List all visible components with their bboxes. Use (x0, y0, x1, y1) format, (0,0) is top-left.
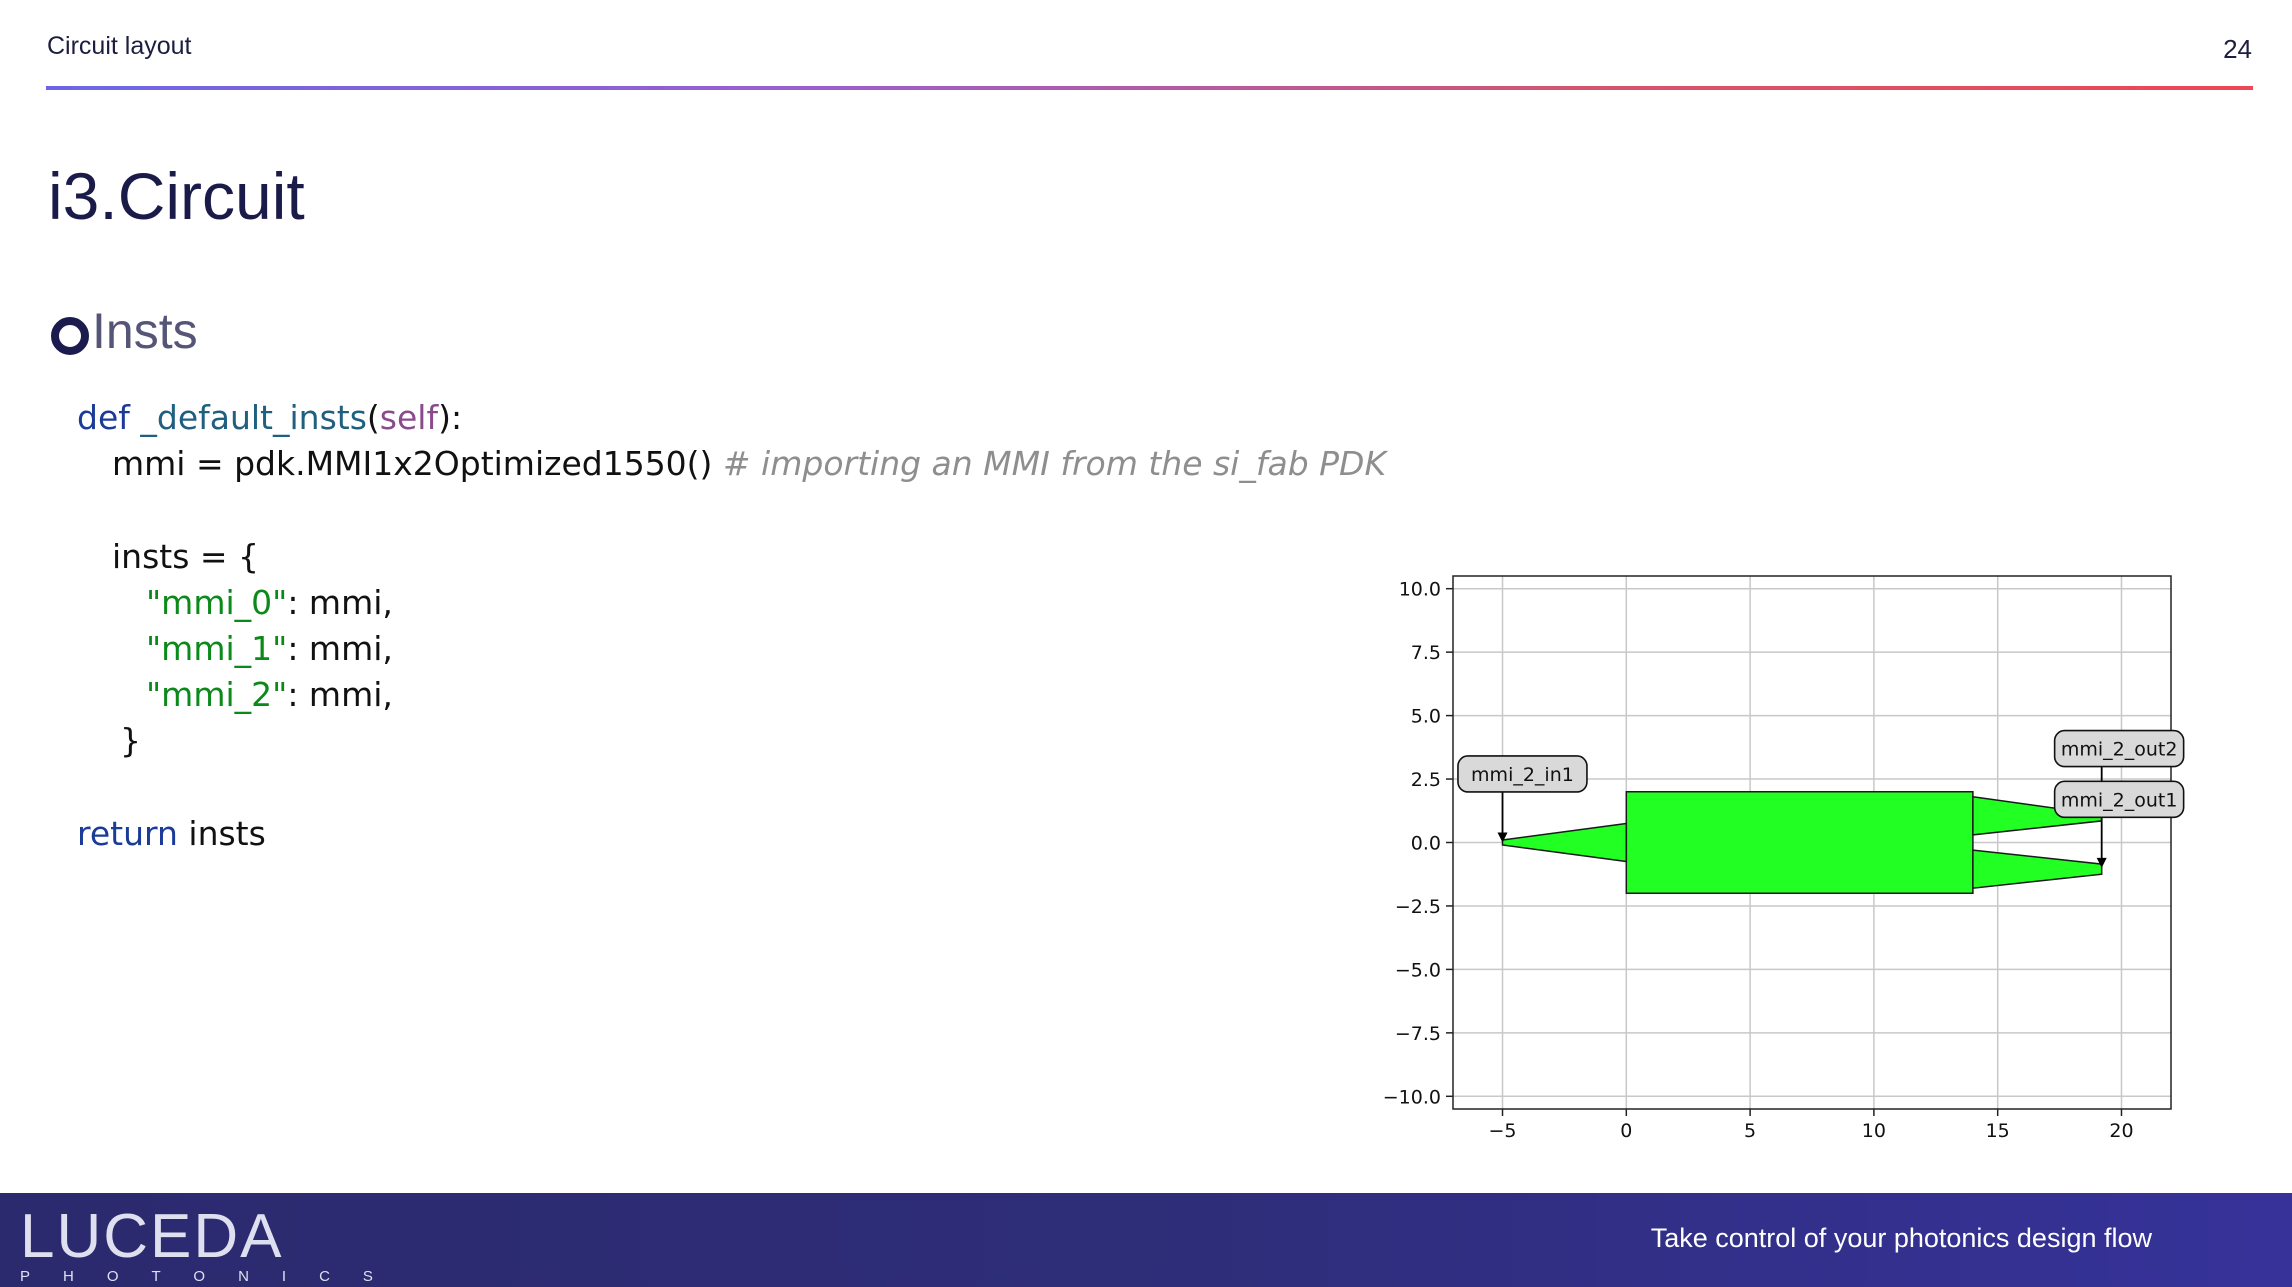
slide-title: i3.Circuit (48, 159, 305, 233)
mmi-body (1625, 790, 1974, 895)
x-tick-label: 0 (1620, 1120, 1632, 1142)
y-tick-label: 10.0 (1399, 579, 1441, 601)
code-comment: # importing an MMI from the si_fab PDK (722, 444, 1387, 483)
x-tick-label: −5 (1489, 1120, 1517, 1142)
footer-bar: LUCEDA PHOTONICS Take control of your ph… (0, 1193, 2292, 1287)
y-tick-label: −5.0 (1395, 959, 1441, 981)
code-line: "mmi_2": mmi, (146, 675, 393, 714)
section-heading: Insts (92, 303, 198, 359)
port-label: mmi_2_in1 (1471, 764, 1574, 786)
logo-text: LUCEDA (20, 1202, 284, 1271)
code-text: : mmi, (287, 629, 393, 668)
code-string: "mmi_2" (146, 675, 288, 714)
output-taper-bottom (1972, 849, 2103, 890)
code-text: mmi = pdk.MMI1x2Optimized1550() (112, 444, 723, 483)
y-tick-label: 0.0 (1411, 833, 1441, 855)
code-punct: ): (438, 398, 463, 437)
code-line: return insts (77, 814, 266, 853)
code-text: insts (177, 814, 266, 853)
x-tick-label: 20 (2109, 1120, 2133, 1142)
code-line: insts = { (112, 537, 260, 576)
x-tick-label: 15 (1986, 1120, 2010, 1142)
bullet-circle-icon (51, 317, 89, 355)
code-text: : mmi, (287, 675, 393, 714)
y-tick-label: −7.5 (1395, 1023, 1441, 1045)
port-label: mmi_2_out2 (2061, 739, 2178, 761)
y-tick-label: 5.0 (1411, 706, 1441, 728)
y-tick-label: 7.5 (1411, 642, 1441, 664)
input-taper (1501, 822, 1628, 863)
y-tick-label: 2.5 (1411, 769, 1441, 791)
footer-tagline: Take control of your photonics design fl… (1650, 1223, 2152, 1253)
code-punct: ( (366, 398, 380, 437)
header-title: Circuit layout (47, 32, 192, 60)
code-keyword: def (77, 398, 130, 437)
page-number: 24 (2223, 34, 2252, 64)
port-label: mmi_2_out1 (2061, 789, 2178, 811)
luceda-logo: LUCEDA PHOTONICS (20, 1202, 406, 1287)
code-line: mmi = pdk.MMI1x2Optimized1550() # import… (112, 444, 1386, 483)
code-function-name: _default_insts (140, 398, 367, 437)
code-string: "mmi_0" (146, 583, 288, 622)
code-text: : mmi, (287, 583, 393, 622)
y-tick-label: −10.0 (1383, 1086, 1441, 1108)
code-line: def _default_insts(self): (77, 398, 462, 437)
code-keyword: return (77, 814, 178, 853)
header-divider (46, 86, 2253, 90)
logo-subtext: PHOTONICS (20, 1268, 406, 1285)
y-tick-label: −2.5 (1395, 896, 1441, 918)
code-line: "mmi_0": mmi, (146, 583, 393, 622)
code-line: "mmi_1": mmi, (146, 629, 393, 668)
code-string: "mmi_1" (146, 629, 288, 668)
x-tick-label: 5 (1744, 1120, 1756, 1142)
layout-chart: −5 0 5 10 15 20 10.0 7.5 5.0 2.5 0.0 −2.5 −5.0 −7.5 −1… (1383, 575, 2185, 1142)
code-self: self (379, 398, 439, 437)
x-tick-label: 10 (1862, 1120, 1886, 1142)
code-line: } (120, 721, 141, 760)
